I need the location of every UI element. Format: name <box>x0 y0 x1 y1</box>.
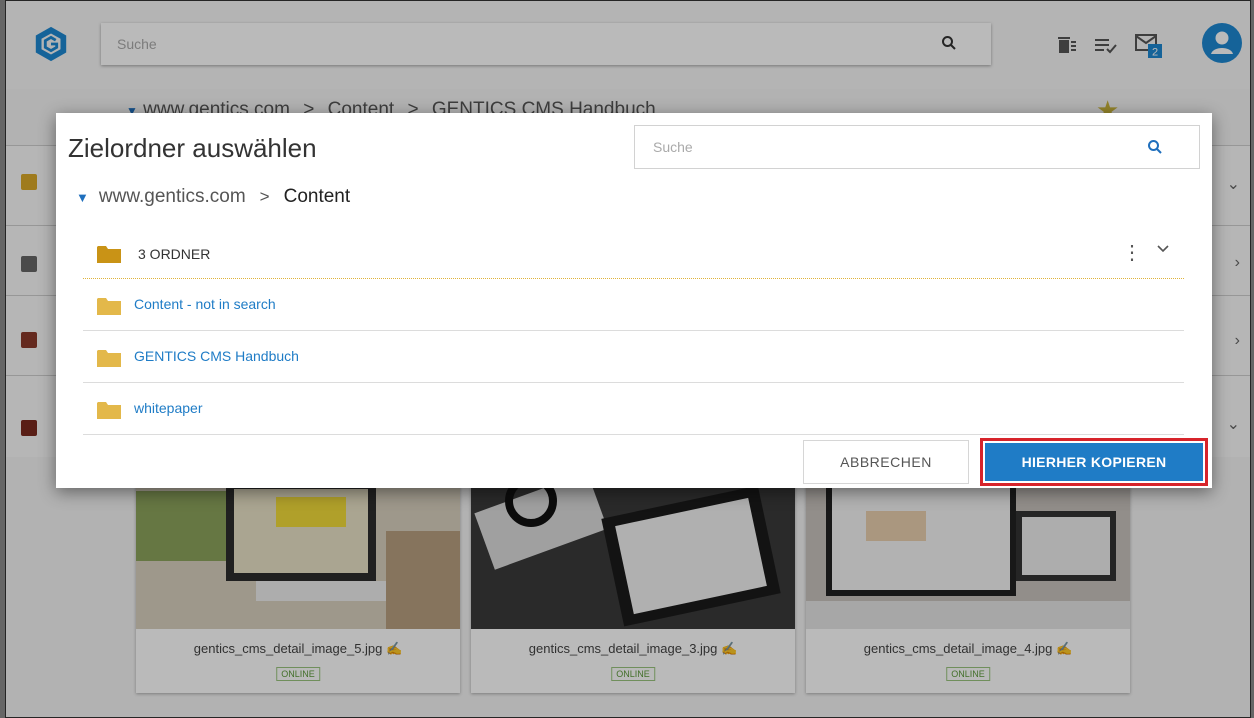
folder-link[interactable]: whitepaper <box>134 400 203 416</box>
select-target-folder-dialog: Zielordner auswählen ▼ www.gentics.com >… <box>56 113 1212 488</box>
search-icon[interactable] <box>1147 139 1163 155</box>
dialog-breadcrumb: ▼ www.gentics.com > Content <box>76 186 350 208</box>
breadcrumb-current: Content <box>283 186 351 207</box>
folder-icon <box>97 402 121 419</box>
breadcrumb-separator: > <box>259 187 270 206</box>
dialog-search-input[interactable] <box>635 126 1199 168</box>
chevron-down-icon[interactable] <box>1155 241 1171 257</box>
folder-icon <box>97 298 121 315</box>
folder-list: 3 ORDNER ⋮ Content - not in search GENTI… <box>83 227 1184 435</box>
folder-row[interactable]: GENTICS CMS Handbuch <box>83 331 1184 383</box>
breadcrumb-root[interactable]: www.gentics.com <box>99 186 246 208</box>
folder-list-header: 3 ORDNER ⋮ <box>83 227 1184 279</box>
more-vert-icon[interactable]: ⋮ <box>1122 240 1142 265</box>
copy-here-button[interactable]: HIERHER KOPIEREN <box>985 443 1203 481</box>
folder-row[interactable]: Content - not in search <box>83 279 1184 331</box>
folder-link[interactable]: GENTICS CMS Handbuch <box>134 348 299 364</box>
dialog-title: Zielordner auswählen <box>68 133 317 163</box>
caret-down-icon[interactable]: ▼ <box>76 190 89 205</box>
folder-icon <box>97 350 121 367</box>
dialog-search-field[interactable] <box>634 125 1200 169</box>
cancel-button[interactable]: ABBRECHEN <box>803 440 969 484</box>
folder-icon <box>97 246 121 263</box>
highlight-frame: HIERHER KOPIEREN <box>980 438 1208 486</box>
folder-link[interactable]: Content - not in search <box>134 296 276 312</box>
folder-count-label: 3 ORDNER <box>138 246 211 262</box>
folder-row[interactable]: whitepaper <box>83 383 1184 435</box>
